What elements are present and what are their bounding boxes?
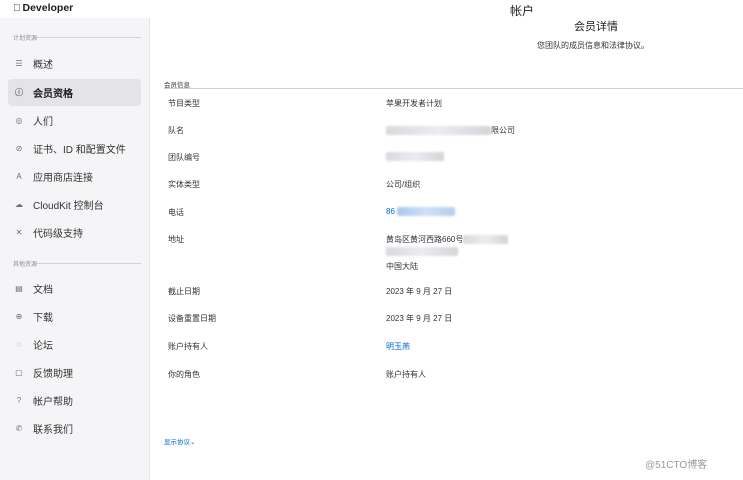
value-expiry-date: 2023 年 9 月 27 日	[386, 287, 453, 296]
section-divider	[37, 263, 141, 264]
window-title: 帐户	[510, 4, 535, 18]
brand-name: Developer	[15, 2, 74, 14]
sidebar-item-certificates[interactable]: ⊘ 证书、ID 和配置文件	[8, 135, 141, 162]
sidebar: 计划资源 ☰ 概述 ⓘ 会员资格 ◎ 人们 ⊘ 证书、ID 和配置文件 A 应用…	[0, 18, 150, 480]
label-device-reset-date: 设备重置日期	[168, 314, 216, 323]
info-circle-icon: ⓘ	[15, 88, 23, 97]
redacted-text	[386, 152, 444, 162]
sidebar-item-label: 反馈助理	[33, 369, 73, 380]
team-name-suffix: 限公司	[491, 126, 515, 135]
section-divider	[37, 37, 141, 38]
label-address: 地址	[168, 235, 184, 244]
sidebar-item-docs[interactable]: ▤ 文档	[8, 275, 141, 302]
phone-prefix: 86	[386, 207, 395, 216]
person-circle-icon: ◎	[15, 116, 23, 125]
value-device-reset-date: 2023 年 9 月 27 日	[386, 314, 453, 323]
value-program-type: 苹果开发者计划	[386, 99, 442, 108]
value-team-name: 限公司	[386, 125, 515, 136]
value-address-line1: 黄岛区黄河西路660号	[386, 234, 509, 245]
main-content: 会员详情 您团队的成员信息和法律协议。 会员信息 节目类型 苹果开发者计划 队名…	[150, 18, 743, 480]
app-store-icon: A	[16, 172, 22, 181]
page-title: 会员详情	[574, 21, 618, 33]
value-address-line3: 中国大陆	[386, 262, 418, 271]
sidebar-item-label: 文档	[33, 285, 53, 296]
value-account-holder[interactable]: 明玉燕	[386, 341, 410, 352]
sidebar-item-account-help[interactable]: ? 帐户帮助	[8, 387, 141, 414]
label-team-name: 队名	[168, 126, 184, 135]
phone-icon: ✆	[15, 424, 23, 433]
cloud-icon: ☁	[15, 200, 23, 209]
sidebar-item-feedback[interactable]: ▢ 反馈助理	[8, 359, 141, 386]
label-team-id: 团队编号	[168, 153, 200, 162]
sidebar-item-label: 证书、ID 和配置文件	[33, 145, 126, 156]
value-phone[interactable]: 86	[386, 207, 456, 217]
sidebar-item-forums[interactable]: ◌ 论坛	[8, 331, 141, 358]
show-agreement-link[interactable]: 显示协议⌄	[164, 436, 195, 446]
value-your-role: 账户持有人	[386, 370, 426, 379]
page-subtitle: 您团队的成员信息和法律协议。	[537, 41, 649, 50]
feedback-icon: ▢	[15, 368, 23, 377]
checkmark-circle-icon: ⊘	[15, 144, 23, 153]
address-line1-text: 黄岛区黄河西路660号	[386, 235, 464, 244]
value-address-line2	[386, 247, 458, 257]
speech-bubble-icon: ◌	[16, 340, 22, 349]
value-team-id	[386, 152, 444, 162]
redacted-text	[463, 235, 509, 245]
sidebar-item-label: 下载	[33, 313, 53, 324]
label-expiry-date: 截止日期	[168, 287, 200, 296]
section-divider	[164, 88, 743, 89]
sidebar-item-people[interactable]: ◎ 人们	[8, 107, 141, 134]
sidebar-item-cloudkit[interactable]: ☁ CloudKit 控制台	[8, 191, 141, 218]
sidebar-item-code-support[interactable]: ✕ 代码级支持	[8, 219, 141, 246]
redacted-text	[386, 247, 458, 257]
redacted-text	[397, 207, 456, 217]
chevron-down-icon: ⌄	[190, 439, 196, 446]
sidebar-item-overview[interactable]: ☰ 概述	[8, 50, 141, 77]
value-entity-type: 公司/组织	[386, 180, 421, 189]
sidebar-item-label: 论坛	[33, 341, 53, 352]
sidebar-item-label: 帐户帮助	[33, 397, 73, 408]
redacted-text	[386, 126, 491, 136]
label-account-holder: 账户持有人	[168, 342, 208, 351]
sidebar-item-label: 联系我们	[33, 425, 73, 436]
sidebar-item-membership[interactable]: ⓘ 会员资格	[8, 79, 141, 106]
sidebar-section-plan: 计划资源	[13, 36, 38, 42]
label-program-type: 节目类型	[168, 99, 200, 108]
question-circle-icon: ?	[16, 396, 22, 405]
document-icon: ▤	[15, 284, 23, 293]
sidebar-item-label: 会员资格	[33, 89, 73, 100]
top-bar:  Developer 帐户	[0, 0, 743, 18]
sidebar-item-label: 代码级支持	[33, 229, 83, 240]
download-circle-icon: ⊕	[15, 312, 23, 321]
label-entity-type: 实体类型	[168, 180, 200, 189]
sidebar-item-app-store-connect[interactable]: A 应用商店连接	[8, 163, 141, 190]
watermark: @51CTO博客	[645, 460, 708, 471]
sidebar-item-label: 人们	[33, 117, 53, 128]
developer-logo[interactable]:  Developer	[13, 2, 73, 14]
tools-icon: ✕	[15, 228, 23, 237]
label-phone: 电话	[168, 208, 184, 217]
sidebar-section-other: 其他资源	[13, 262, 38, 268]
list-icon: ☰	[15, 59, 23, 68]
sidebar-item-label: 概述	[33, 60, 53, 71]
sidebar-item-downloads[interactable]: ⊕ 下载	[8, 303, 141, 330]
sidebar-item-contact[interactable]: ✆ 联系我们	[8, 415, 141, 442]
sidebar-item-label: 应用商店连接	[33, 173, 93, 184]
label-your-role: 你的角色	[168, 370, 200, 379]
show-agreement-label: 显示协议	[164, 439, 190, 446]
apple-logo-icon: 	[13, 3, 21, 14]
sidebar-item-label: CloudKit 控制台	[33, 201, 104, 212]
